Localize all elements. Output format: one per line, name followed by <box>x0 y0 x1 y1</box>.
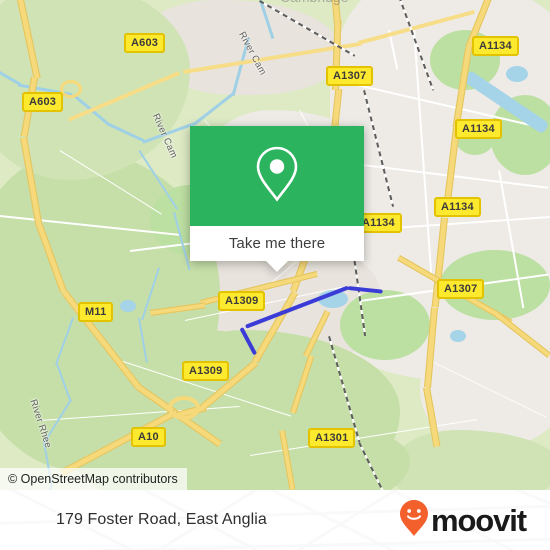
road-shield-a1309-south[interactable]: A1309 <box>182 361 230 381</box>
road-shield-a1307-north[interactable]: A1307 <box>326 66 374 86</box>
footer-bar: 179 Foster Road, East Anglia moovit <box>0 490 550 550</box>
map-canvas[interactable]: River Cam River Cam River Rhee Cambridge… <box>0 0 550 490</box>
moovit-pin-smile-icon <box>399 499 429 542</box>
road-shield-a10[interactable]: A10 <box>131 427 166 447</box>
map-pin-icon <box>254 144 300 209</box>
road-shield-a1134-mid[interactable]: A1134 <box>455 119 502 139</box>
moovit-wordmark: moovit <box>430 502 527 538</box>
road-shield-m11[interactable]: M11 <box>78 302 114 322</box>
road-shield-a603-west[interactable]: A603 <box>22 92 64 112</box>
popup-pin-area <box>190 126 364 226</box>
road-shield-a1301[interactable]: A1301 <box>308 428 356 448</box>
take-me-there-label: Take me there <box>228 235 326 252</box>
take-me-there-button[interactable]: Take me there <box>190 226 364 272</box>
road-shield-a1134-north[interactable]: A1134 <box>472 36 519 56</box>
map-attribution: © OpenStreetMap contributors <box>0 468 187 490</box>
popup-tail-pointer <box>266 261 288 272</box>
road-shield-a1307-east[interactable]: A1307 <box>437 279 485 299</box>
destination-popup-card[interactable]: Take me there <box>190 126 364 272</box>
moovit-map-screenshot: River Cam River Cam River Rhee Cambridge… <box>0 0 550 550</box>
attribution-text: © OpenStreetMap contributors <box>8 472 178 486</box>
road-shield-a1134-south[interactable]: A1134 <box>434 197 481 217</box>
road-shield-a603-north[interactable]: A603 <box>124 33 166 53</box>
footer-address: 179 Foster Road, East Anglia <box>56 511 267 528</box>
road-shield-a1309-north[interactable]: A1309 <box>218 291 266 311</box>
moovit-brand[interactable]: moovit <box>399 490 527 550</box>
